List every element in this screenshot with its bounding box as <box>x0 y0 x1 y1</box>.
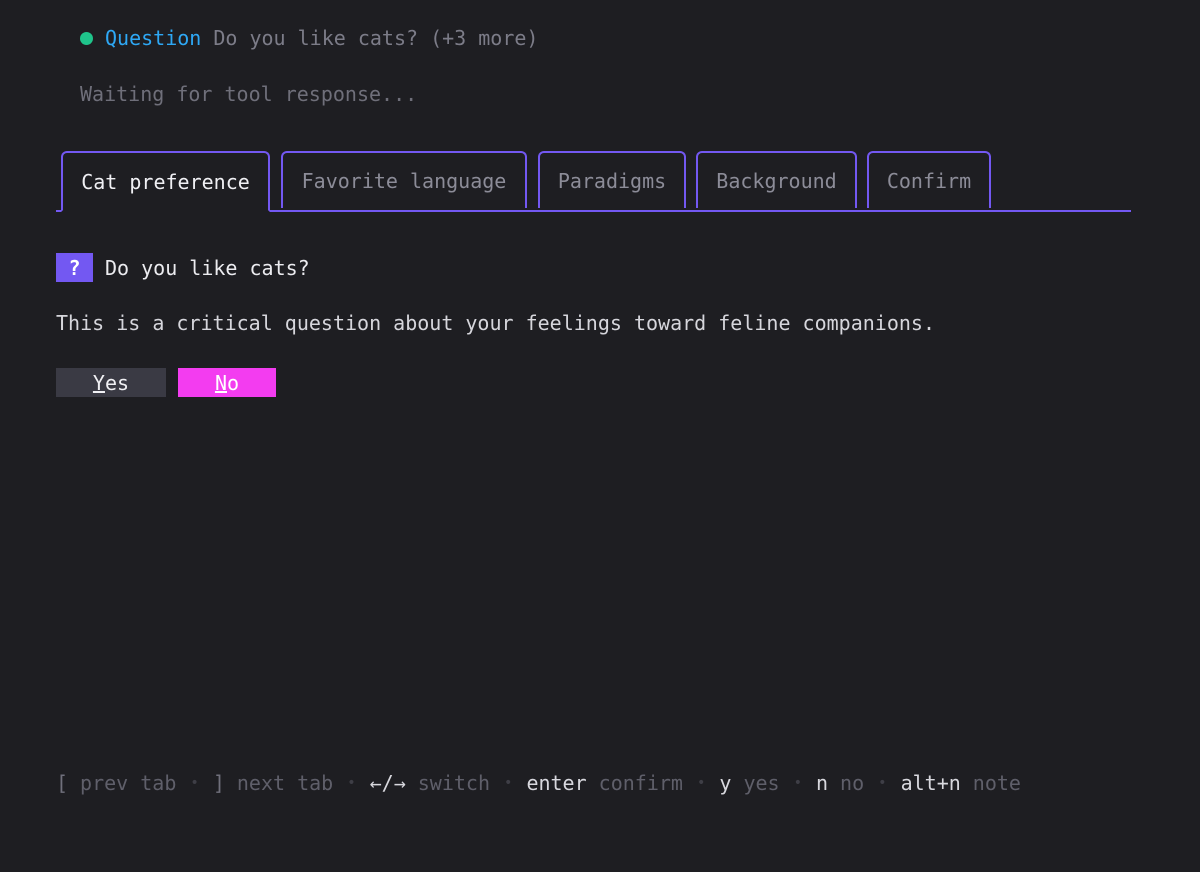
tool-header: Question Do you like cats? (+3 more) <box>80 24 538 52</box>
help-separator: • <box>878 775 887 791</box>
help-separator: • <box>793 775 802 791</box>
help-desc-next-tab: next tab <box>236 771 334 795</box>
help-desc-confirm: confirm <box>598 771 683 795</box>
help-separator: • <box>347 775 356 791</box>
tab-confirm[interactable]: Confirm <box>867 151 991 208</box>
question-tabs: Cat preference Favorite language Paradig… <box>56 151 1131 212</box>
tab-cat-preference[interactable]: Cat preference <box>61 151 270 212</box>
tab-background[interactable]: Background <box>696 151 857 208</box>
help-separator: • <box>696 775 706 791</box>
help-key-no: n <box>816 771 829 795</box>
question-row: ? Do you like cats? <box>56 253 310 282</box>
tab-label: Background <box>716 168 837 193</box>
help-key-switch: ←/→ <box>369 771 406 795</box>
question-text: Do you like cats? <box>105 255 310 280</box>
no-hotkey: N <box>214 370 227 395</box>
tool-name: Question <box>105 26 202 50</box>
help-desc-yes: yes <box>743 771 780 795</box>
help-key-next-tab: ] <box>212 771 225 795</box>
tab-favorite-language[interactable]: Favorite language <box>281 151 527 208</box>
help-key-prev-tab: [ <box>56 771 69 795</box>
tab-label: Cat preference <box>81 169 250 194</box>
keyboard-help-bar: [ prev tab • ] next tab • ←/→ switch • e… <box>56 771 1021 795</box>
no-button[interactable]: No <box>178 368 276 397</box>
tab-label: Paradigms <box>557 168 667 193</box>
help-desc-prev-tab: prev tab <box>80 771 177 795</box>
help-separator: • <box>190 775 199 791</box>
tab-label: Favorite language <box>301 168 507 193</box>
help-desc-switch: switch <box>417 771 490 795</box>
tab-label: Confirm <box>886 168 972 193</box>
help-desc-note: note <box>972 771 1021 795</box>
help-key-confirm: enter <box>526 771 587 795</box>
waiting-status: Waiting for tool response... <box>80 82 418 106</box>
yes-label-rest: es <box>104 370 130 395</box>
question-mark-icon: ? <box>56 253 93 282</box>
status-dot-icon <box>80 31 93 45</box>
yes-hotkey: Y <box>92 370 105 395</box>
help-separator: • <box>504 775 513 791</box>
help-key-note: alt+n <box>900 771 961 795</box>
tab-paradigms[interactable]: Paradigms <box>538 151 686 208</box>
help-desc-no: no <box>840 771 865 795</box>
tool-summary: Do you like cats? (+3 more) <box>213 26 539 50</box>
yes-button[interactable]: Yes <box>56 368 166 397</box>
question-description: This is a critical question about your f… <box>56 311 935 335</box>
help-key-yes: y <box>719 771 732 795</box>
no-label-rest: o <box>227 370 240 395</box>
